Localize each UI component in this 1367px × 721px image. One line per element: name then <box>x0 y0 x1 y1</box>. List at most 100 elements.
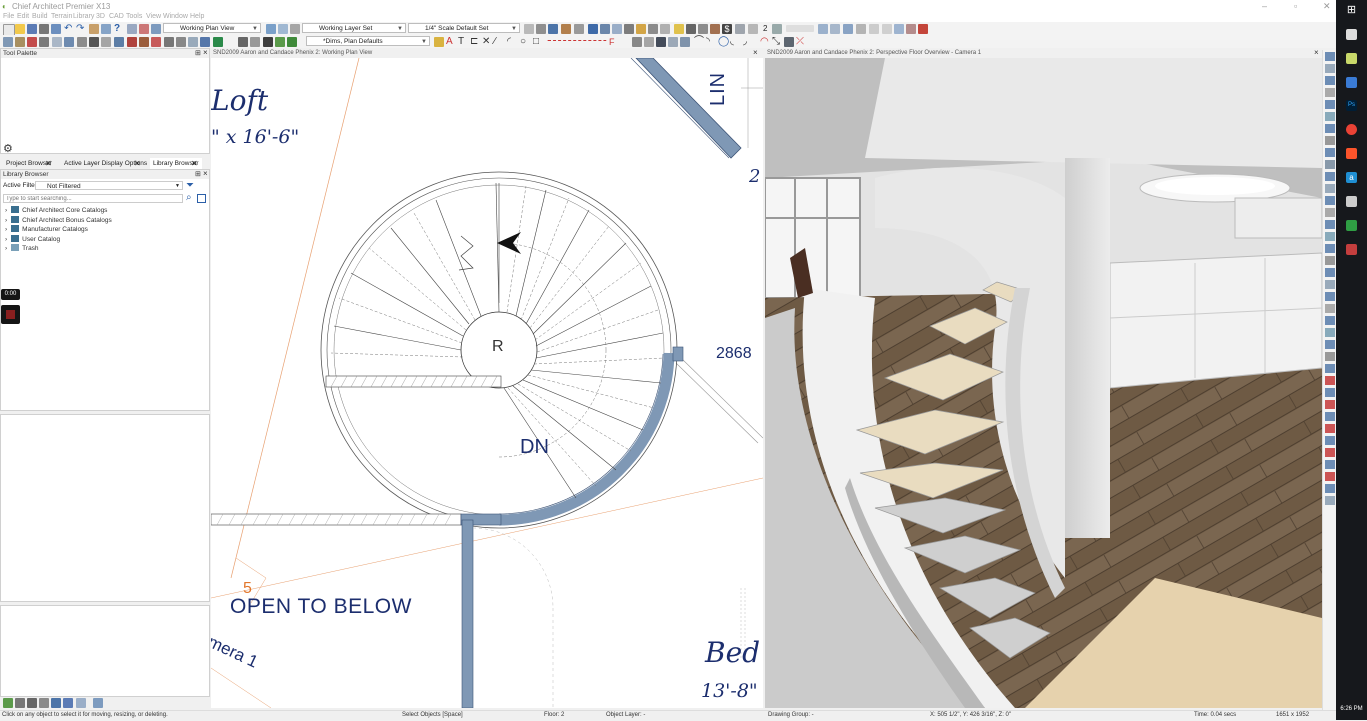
zoom-icon[interactable] <box>748 24 758 34</box>
tool-c-icon[interactable] <box>188 37 198 47</box>
tree-item-trash[interactable]: › Trash <box>5 244 39 254</box>
house-icon[interactable] <box>588 24 598 34</box>
cad-icon[interactable] <box>250 37 260 47</box>
menu-view[interactable]: View <box>146 13 161 20</box>
arc-c-icon[interactable]: ◝ <box>706 37 716 47</box>
preview-icon[interactable] <box>39 698 49 708</box>
photoshop-icon[interactable]: Ps <box>1346 100 1357 111</box>
record-icon[interactable] <box>918 24 928 34</box>
brave-icon[interactable] <box>1346 148 1357 159</box>
arrow-icon[interactable] <box>735 24 745 34</box>
plan-view-copy-icon[interactable] <box>278 24 288 34</box>
cross-icon[interactable]: ✕ <box>482 37 492 47</box>
expand-icon[interactable]: › <box>5 236 7 243</box>
window-tile-icon[interactable] <box>818 24 828 34</box>
menu-edit[interactable]: Edit <box>17 13 29 20</box>
expand-icon[interactable]: › <box>5 226 7 233</box>
floor-number[interactable]: 2 <box>763 24 767 33</box>
taskbar-app-3-icon[interactable] <box>1346 77 1357 88</box>
tree-icon[interactable] <box>287 37 297 47</box>
help-icon[interactable]: ? <box>114 24 124 34</box>
edit-b-icon[interactable] <box>644 37 654 47</box>
edit-a-icon[interactable] <box>632 37 642 47</box>
room-icon[interactable] <box>27 37 37 47</box>
framing-icon[interactable] <box>89 37 99 47</box>
library-search-input[interactable] <box>3 194 183 203</box>
box-icon[interactable]: □ <box>533 37 543 47</box>
roof-red-icon[interactable] <box>151 37 161 47</box>
arc-b-icon[interactable]: ⌒ <box>694 37 704 47</box>
layer-props-icon[interactable] <box>127 24 137 34</box>
elevation-icon[interactable] <box>612 24 622 34</box>
up-floor-icon[interactable] <box>772 24 782 34</box>
tool-d-icon[interactable] <box>200 37 210 47</box>
door-icon[interactable] <box>52 37 62 47</box>
light-icon[interactable] <box>674 24 684 34</box>
menu-3d[interactable]: 3D <box>96 13 105 20</box>
expand-icon[interactable]: › <box>5 245 7 252</box>
window-cascade-icon[interactable] <box>830 24 840 34</box>
pin-icon[interactable]: ⊞ <box>195 170 201 179</box>
expand-icon[interactable]: › <box>5 217 7 224</box>
maximize-icon[interactable]: ▫ <box>1294 1 1297 11</box>
arc-icon[interactable]: ◜ <box>507 37 517 47</box>
print-icon[interactable] <box>39 24 49 34</box>
active-filter-select[interactable]: Not Filtered ▼ <box>35 181 183 190</box>
window-arrange-icon[interactable] <box>869 24 879 34</box>
stairs-icon[interactable] <box>77 37 87 47</box>
close-icon[interactable]: × <box>1314 48 1319 57</box>
pan-icon[interactable] <box>524 24 534 34</box>
recorder-stop-button[interactable] <box>1 305 20 324</box>
tool-b-icon[interactable] <box>176 37 186 47</box>
circle-icon[interactable]: ○ <box>520 37 530 47</box>
section-icon[interactable] <box>624 24 634 34</box>
tool-a-icon[interactable] <box>164 37 174 47</box>
paint-icon[interactable] <box>710 24 720 34</box>
export-icon[interactable] <box>51 24 61 34</box>
close-icon[interactable]: × <box>753 48 758 57</box>
edit-d-icon[interactable] <box>668 37 678 47</box>
footprints-icon[interactable] <box>636 24 646 34</box>
menu-file[interactable]: File <box>3 13 14 20</box>
delete-icon[interactable] <box>139 24 149 34</box>
toolbar-config-icon[interactable] <box>894 24 904 34</box>
taskbar-clock[interactable]: 6:26 PM <box>1336 706 1367 712</box>
tree-item-manufacturer-catalogs[interactable]: › Manufacturer Catalogs <box>5 225 88 235</box>
pencil-yellow-icon[interactable] <box>434 37 444 47</box>
close-icon[interactable]: × <box>203 48 208 57</box>
select-icon[interactable] <box>151 24 161 34</box>
undo-icon[interactable]: ↶ <box>64 24 74 34</box>
layer-icon[interactable] <box>290 24 300 34</box>
menu-terrain[interactable]: Terrain <box>51 13 72 20</box>
dimension-a-icon[interactable]: A <box>446 37 456 47</box>
start-icon[interactable]: ⊞ <box>1346 5 1357 16</box>
wall-icon[interactable] <box>15 37 25 47</box>
fill-window-icon[interactable] <box>101 24 111 34</box>
roof-icon[interactable] <box>101 37 111 47</box>
taskbar-app-6-icon[interactable] <box>1346 244 1357 255</box>
home-icon[interactable] <box>3 698 13 708</box>
menu-cad[interactable]: CAD <box>109 13 124 20</box>
symbol-icon[interactable]: $ <box>722 24 732 34</box>
dimension-icon[interactable] <box>548 24 558 34</box>
select-objects-icon[interactable] <box>3 37 13 47</box>
redo-icon[interactable]: ↷ <box>76 24 86 34</box>
transform-icon[interactable]: ⤡ <box>772 37 782 47</box>
plant-icon[interactable] <box>275 37 285 47</box>
window-horizontal-icon[interactable] <box>843 24 853 34</box>
plan-view-edit-icon[interactable] <box>266 24 276 34</box>
edit-e-icon[interactable] <box>680 37 690 47</box>
close-icon[interactable]: × <box>203 169 208 178</box>
walkthrough-icon[interactable] <box>648 24 658 34</box>
window-close-all-icon[interactable] <box>882 24 892 34</box>
house-red-icon[interactable] <box>127 37 137 47</box>
menu-build[interactable]: Build <box>32 13 48 20</box>
fireplace-icon[interactable] <box>139 37 149 47</box>
close-tab-icon[interactable]: ✕ <box>191 159 198 168</box>
gear-icon[interactable]: ⚙ <box>3 142 13 155</box>
list-icon[interactable] <box>51 698 61 708</box>
preferences-icon[interactable] <box>906 24 916 34</box>
chrome-icon[interactable] <box>1346 124 1357 135</box>
tree-item-core-catalogs[interactable]: › Chief Architect Core Catalogs <box>5 206 107 216</box>
defaults-select[interactable]: *Dims, Plan Defaults ▼ <box>306 36 430 46</box>
